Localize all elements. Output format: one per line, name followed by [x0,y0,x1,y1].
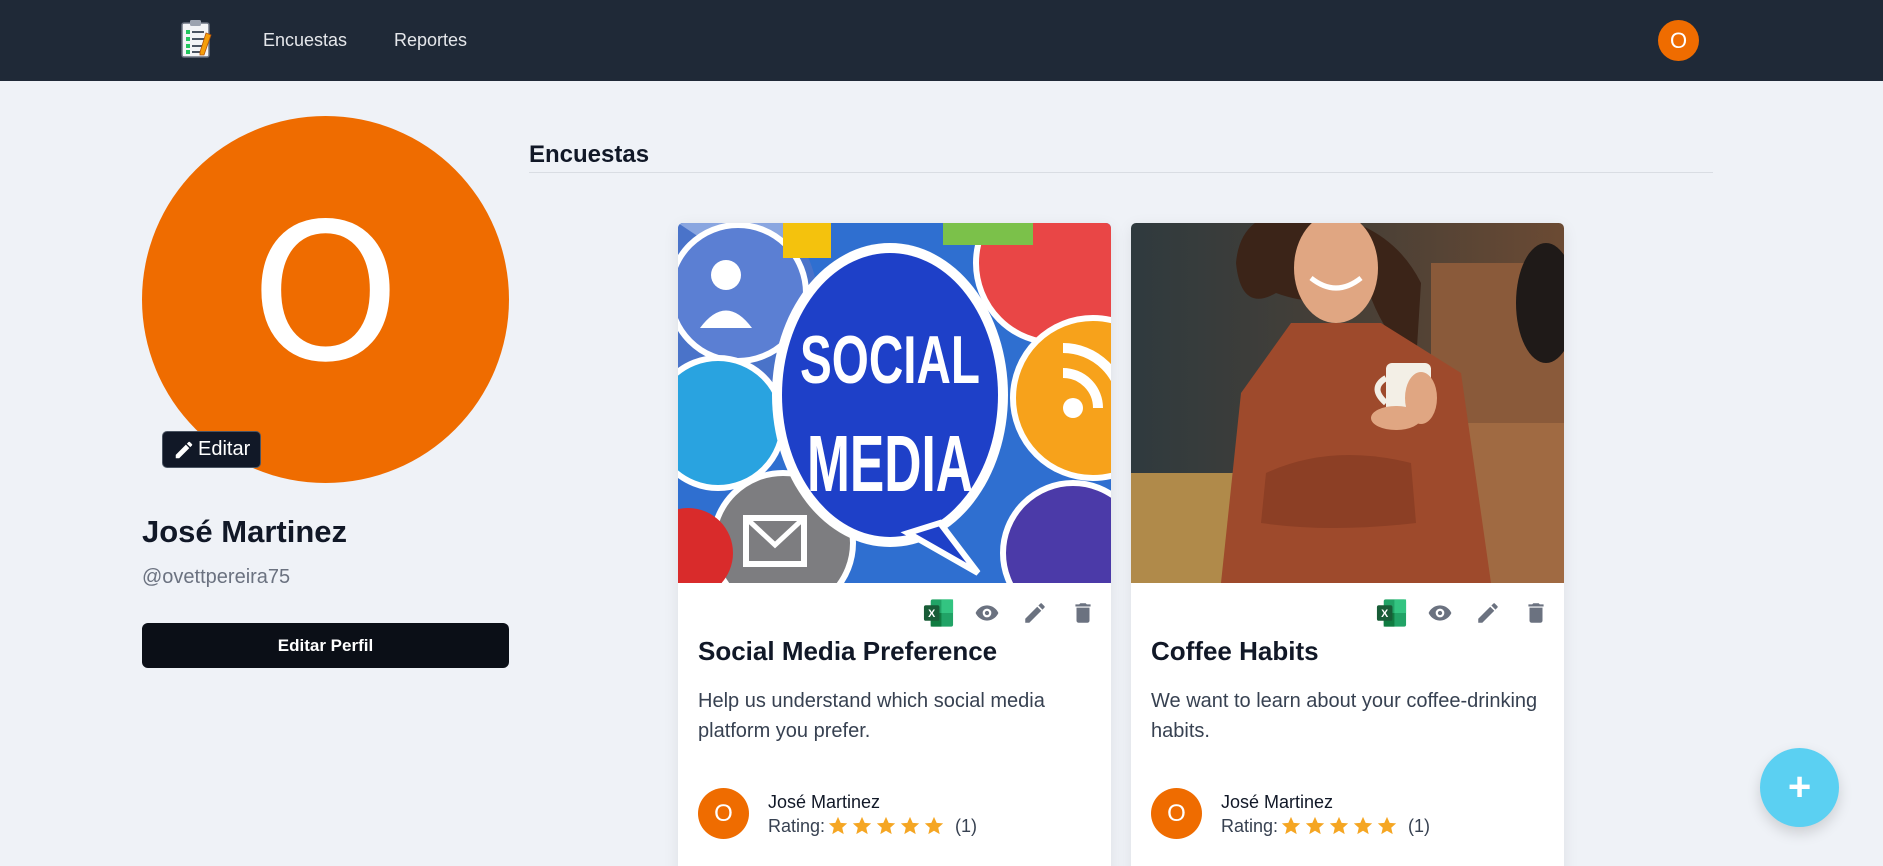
svg-text:X: X [928,607,936,619]
rating-label: Rating: [1221,815,1279,836]
survey-title[interactable]: Coffee Habits [1151,636,1319,667]
star-icon [828,816,848,835]
profile-avatar-initial: O [250,183,401,404]
star-icon [1281,816,1301,835]
star-icon [1353,816,1373,835]
rating-row: Rating: (1) [1221,815,1430,837]
card-actions: X [1375,596,1552,629]
edit-profile-button[interactable]: Editar Perfil [142,623,509,668]
star-icon [900,816,920,835]
rating-stars [827,815,945,837]
image-text-social: SOCIAL [800,322,980,398]
rating-count: (1) [1408,815,1431,836]
profile-handle: @ovettpereira75 [142,566,291,588]
delete-trash-icon[interactable] [1066,596,1099,629]
author-name: José Martinez [768,792,881,812]
card-actions: X [922,596,1099,629]
delete-trash-icon[interactable] [1519,596,1552,629]
nav-link-encuestas[interactable]: Encuestas [263,30,347,51]
edit-photo-label: Editar [198,438,251,460]
section-title: Encuestas [529,141,650,168]
nav-link-reportes[interactable]: Reportes [394,30,467,51]
view-eye-icon[interactable] [1423,596,1456,629]
top-navbar: Encuestas Reportes O [0,0,1883,81]
excel-export-icon[interactable]: X [922,596,955,629]
survey-card[interactable]: X Coffee Habits We want to learn about y… [1131,223,1564,866]
survey-card[interactable]: SOCIAL MEDIA X Social Media Preference H… [678,223,1111,866]
rating-row: Rating: (1) [768,815,977,837]
survey-description: We want to learn about your coffee-drink… [1151,690,1538,742]
social-media-collage-image[interactable]: SOCIAL MEDIA [678,223,1111,583]
view-eye-icon[interactable] [970,596,1003,629]
star-icon [1329,816,1349,835]
image-text-media: MEDIA [807,419,973,508]
pencil-icon [175,441,193,458]
user-avatar-button[interactable]: O [1658,20,1699,61]
survey-description: Help us understand which social media pl… [698,690,1045,742]
star-icon [1305,816,1325,835]
author-name: José Martinez [1221,792,1334,812]
star-icon [852,816,872,835]
star-icon [1377,816,1397,835]
section-divider [529,172,1713,173]
rating-stars [1280,815,1398,837]
rating-label: Rating: [768,815,826,836]
rating-count: (1) [955,815,978,836]
woman-with-coffee-photo[interactable] [1131,223,1564,583]
star-icon [924,816,944,835]
star-icon [876,816,896,835]
author-avatar: O [1151,788,1202,839]
edit-pencil-icon[interactable] [1471,596,1504,629]
author-avatar: O [698,788,749,839]
profile-avatar: O [142,116,509,483]
clipboard-checklist-icon[interactable] [180,19,214,59]
edit-pencil-icon[interactable] [1018,596,1051,629]
add-survey-button[interactable]: + [1760,748,1839,827]
edit-photo-button[interactable]: Editar [162,431,262,468]
svg-text:X: X [1381,607,1389,619]
survey-title[interactable]: Social Media Preference [698,636,997,667]
excel-export-icon[interactable]: X [1375,596,1408,629]
profile-name: José Martinez [142,514,348,549]
